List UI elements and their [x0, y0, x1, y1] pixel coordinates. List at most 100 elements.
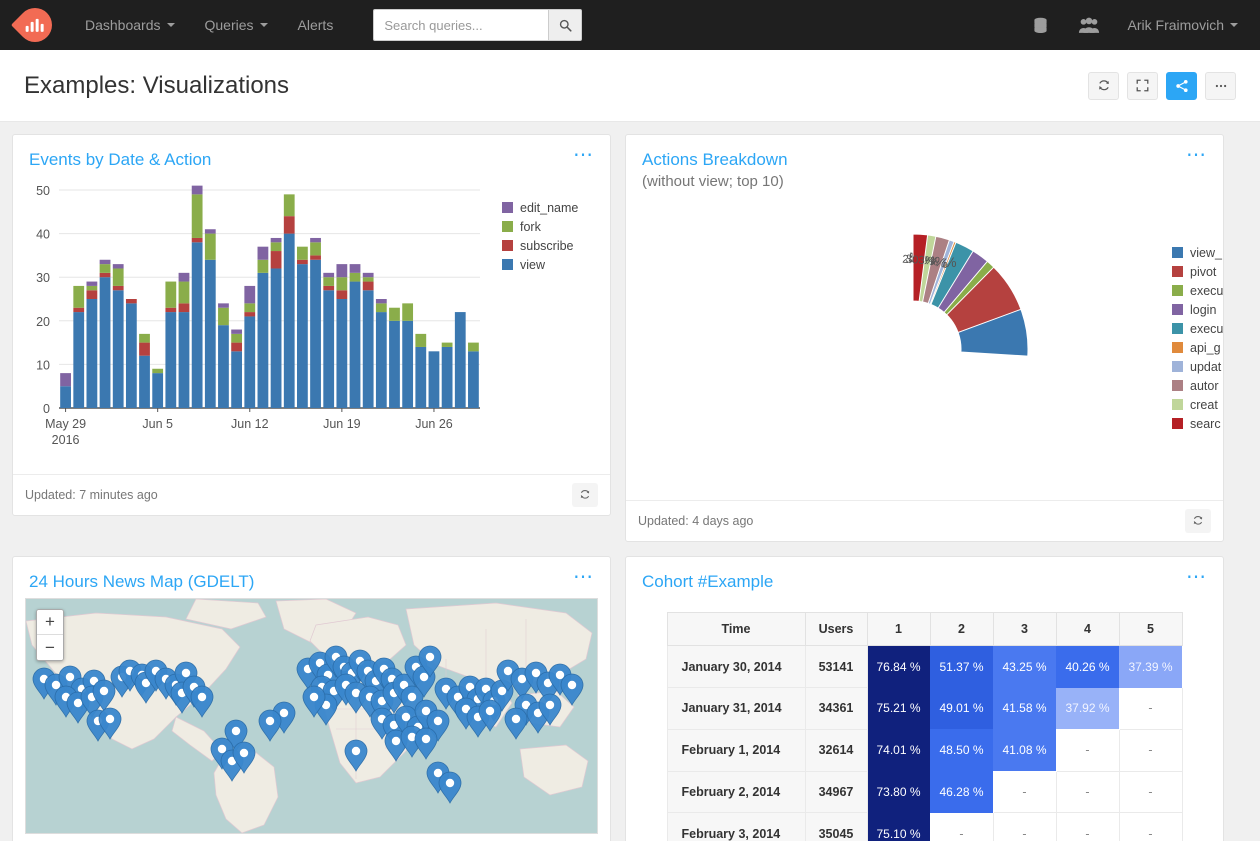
svg-text:edit_name: edit_name — [520, 201, 578, 215]
widget-menu-button[interactable]: ⋯ — [1186, 145, 1207, 165]
widget-refresh-button[interactable] — [1185, 509, 1211, 533]
navbar-right: Arik Fraimovich — [1017, 16, 1260, 35]
svg-text:30: 30 — [36, 271, 50, 285]
svg-text:Jun 26: Jun 26 — [415, 417, 453, 431]
svg-text:searc: searc — [1190, 417, 1221, 431]
cohort-users-cell: 34967 — [804, 770, 868, 814]
nav-item-dashboards-label: Dashboards — [85, 17, 161, 33]
cohort-table-head: Time Users 1 2 3 4 5 — [666, 612, 1183, 647]
share-icon — [1175, 79, 1188, 92]
svg-text:pivot: pivot — [1190, 265, 1217, 279]
widget-news-map: 24 Hours News Map (GDELT) ⋯ + − — [12, 556, 611, 841]
svg-text:2.03%: 2.03% — [902, 253, 935, 267]
cohort-value-cell: - — [1055, 770, 1120, 814]
map-body: + − — [13, 598, 610, 841]
svg-text:subscribe: subscribe — [520, 239, 574, 253]
bar-chart-body: 0 10 20 30 40 50 May 29 Jun 5 Jun 12 Jun 19 Jun 26… — [13, 176, 610, 474]
cohort-time-cell: January 31, 2014 — [666, 687, 806, 730]
cohort-users-cell: 32614 — [804, 728, 868, 772]
cohort-value-cell: 46.28 % — [930, 771, 993, 813]
svg-text:api_g: api_g — [1190, 341, 1221, 355]
page-header: Examples: Visualizations — [0, 50, 1260, 122]
nav-item-dashboards[interactable]: Dashboards — [70, 0, 190, 50]
leaflet-map[interactable]: + − — [25, 598, 598, 835]
search-form — [373, 9, 583, 41]
svg-text:execu: execu — [1190, 284, 1223, 298]
updated-label: Updated: 7 minutes ago — [25, 488, 158, 502]
svg-text:login: login — [1190, 303, 1216, 317]
cohort-value-cell: 40.26 % — [1056, 645, 1119, 688]
share-button[interactable] — [1166, 71, 1197, 100]
landmass — [519, 744, 589, 796]
svg-text:Jun 19: Jun 19 — [323, 417, 361, 431]
cohort-table-body-rows: January 30, 2014 53141 76.84 % 51.37 % 43.25… — [666, 645, 1183, 841]
svg-text:creat: creat — [1190, 398, 1218, 412]
svg-text:view: view — [520, 258, 546, 272]
widget-menu-button[interactable]: ⋯ — [1186, 567, 1207, 587]
widget-title[interactable]: Cohort #Example — [642, 571, 773, 592]
svg-text:May 29: May 29 — [45, 417, 86, 431]
table-row: January 31, 2014 34361 75.21 % 49.01 % 41.58… — [666, 687, 1183, 730]
cohort-value-cell: - — [1118, 770, 1183, 814]
widget-title[interactable]: Events by Date & Action — [29, 149, 211, 170]
svg-text:2016: 2016 — [52, 433, 80, 447]
search-button[interactable] — [548, 9, 583, 41]
brand-logo[interactable] — [0, 0, 70, 50]
chevron-down-icon — [1230, 23, 1238, 27]
map-pin-icon[interactable] — [504, 707, 528, 741]
table-row: January 30, 2014 53141 76.84 % 51.37 % 43.25… — [666, 645, 1182, 688]
refresh-dashboard-button[interactable] — [1088, 71, 1119, 100]
search-input[interactable] — [373, 9, 549, 41]
svg-text:autor: autor — [1190, 379, 1219, 393]
cohort-value-cell: 37.39 % — [1119, 645, 1182, 688]
widget-events-by-date: Events by Date & Action ⋯ 0 10 20 30 40 50 May… — [12, 134, 611, 516]
cohort-value-cell: 37.92 % — [1056, 687, 1119, 730]
cohort-users-cell: 35045 — [804, 812, 868, 841]
user-name-label: Arik Fraimovich — [1127, 17, 1224, 33]
column-header-time: Time — [666, 612, 806, 647]
column-header-2: 2 — [929, 612, 994, 647]
widget-header: Cohort #Example ⋯ — [626, 557, 1223, 598]
zoom-out-button[interactable]: − — [37, 635, 63, 661]
nav-item-alerts[interactable]: Alerts — [283, 0, 349, 50]
database-icon[interactable] — [1017, 16, 1064, 35]
refresh-icon — [580, 490, 590, 499]
widget-title[interactable]: 24 Hours News Map (GDELT) — [29, 571, 254, 592]
actions-donut-chart[interactable]: 26%19.4%12.4%11.2%8.76%6.1%5.82%5.13%3.1… — [626, 204, 1223, 494]
column-header-5: 5 — [1118, 612, 1183, 647]
events-bar-chart[interactable]: 0 10 20 30 40 50 May 29 Jun 5 Jun 12 Jun 19 Jun 26… — [13, 176, 610, 466]
pie-chart-body: 26%19.4%12.4%11.2%8.76%6.1%5.82%5.13%3.1… — [626, 198, 1223, 500]
svg-text:Jun 5: Jun 5 — [142, 417, 173, 431]
page-title: Examples: Visualizations — [24, 71, 290, 99]
map-pin-icon[interactable] — [438, 771, 462, 805]
map-pin-icon[interactable] — [258, 709, 282, 743]
map-pin-icon[interactable] — [414, 727, 438, 761]
cohort-value-cell: 76.84 % — [867, 645, 930, 688]
cohort-value-cell: - — [929, 812, 994, 841]
users-icon[interactable] — [1064, 16, 1114, 35]
widget-menu-button[interactable]: ⋯ — [573, 567, 594, 587]
world-map-svg — [26, 599, 593, 834]
widget-subtitle: (without view; top 10) — [642, 173, 784, 191]
svg-text:view_: view_ — [1190, 246, 1223, 260]
cohort-value-cell: - — [1118, 812, 1183, 841]
top-navbar: Dashboards Queries Alerts Search queries… — [0, 0, 1260, 50]
zoom-in-button[interactable]: + — [37, 610, 63, 636]
page-actions — [1088, 71, 1236, 100]
more-options-button[interactable] — [1205, 71, 1236, 100]
cohort-table-body: Time Users 1 2 3 4 5 January 30, 2014 53141 76.8… — [626, 598, 1223, 841]
map-pin-icon[interactable] — [190, 685, 214, 719]
dashboard-grid: Events by Date & Action ⋯ 0 10 20 30 40 50 May… — [0, 122, 1260, 841]
cohort-value-cell: - — [1055, 812, 1120, 841]
widget-menu-button[interactable]: ⋯ — [573, 145, 594, 165]
cohort-value-cell: - — [992, 812, 1057, 841]
svg-text:50: 50 — [36, 184, 50, 198]
widget-refresh-button[interactable] — [572, 483, 598, 507]
cohort-table: Time Users 1 2 3 4 5 January 30, 2014 53141 76.8… — [666, 612, 1183, 841]
widget-title[interactable]: Actions Breakdown — [642, 149, 788, 170]
cohort-value-cell: 51.37 % — [930, 645, 993, 688]
chevron-down-icon — [166, 23, 175, 27]
user-menu[interactable]: Arik Fraimovich — [1114, 17, 1246, 33]
fullscreen-button[interactable] — [1127, 71, 1158, 100]
nav-item-queries[interactable]: Queries — [190, 0, 283, 50]
